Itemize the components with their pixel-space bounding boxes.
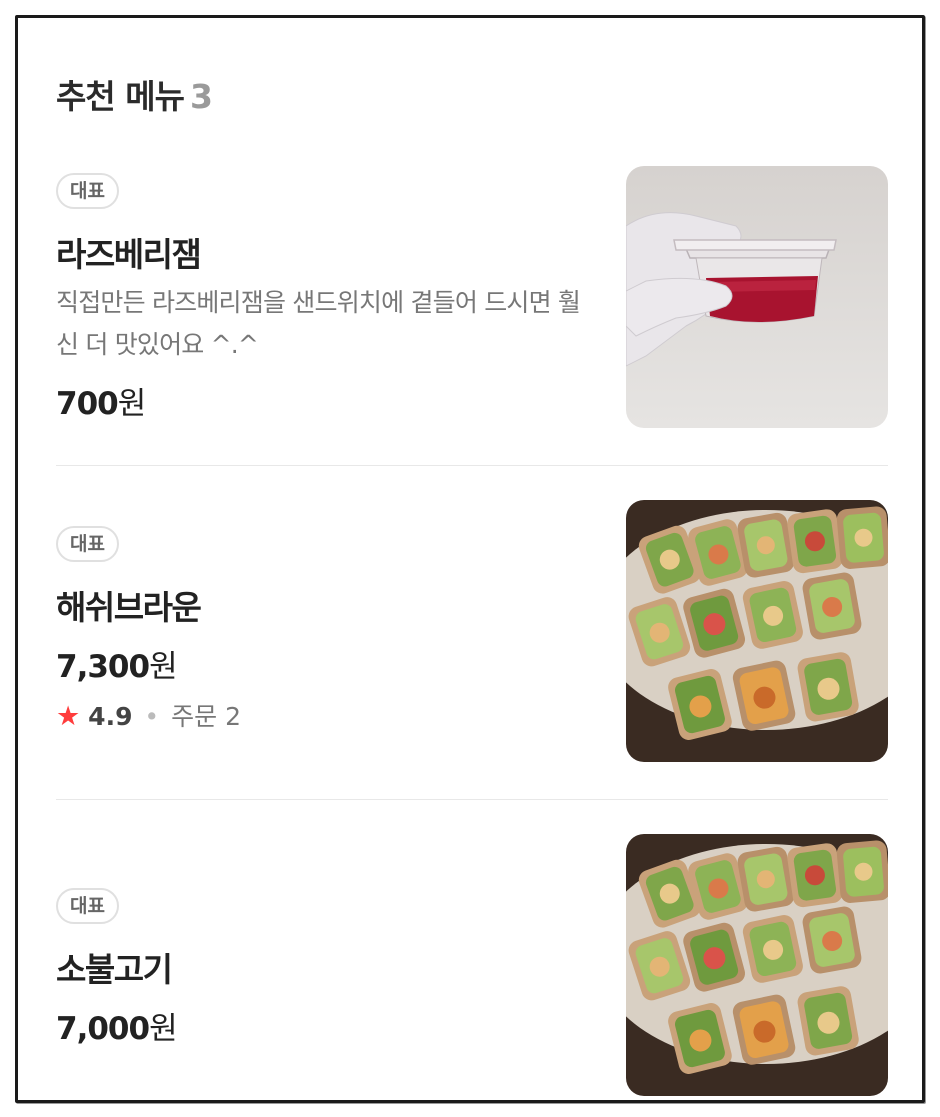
raspberry-jam-photo-icon — [626, 166, 888, 428]
price-amount: 700 — [56, 386, 119, 422]
signature-badge: 대표 — [56, 526, 119, 562]
price-unit: 원 — [149, 649, 178, 685]
menu-item-description: 직접만든 라즈베리잼을 샌드위치에 곁들어 드시면 훨신 더 맛있어요 ^.^ — [56, 288, 581, 359]
separator-dot: • — [144, 702, 160, 731]
item-divider — [56, 465, 888, 466]
signature-badge: 대표 — [56, 173, 119, 209]
sandwich-platter-photo-icon — [626, 834, 888, 1096]
order-count: 주문 2 — [171, 702, 241, 731]
menu-item-name: 라즈베리잼 — [56, 235, 202, 274]
menu-item-image[interactable] — [626, 166, 888, 428]
menu-item-image[interactable] — [626, 834, 888, 1096]
menu-item-name: 소불고기 — [56, 950, 173, 989]
menu-item-price: 7,300원 — [56, 641, 178, 686]
signature-badge: 대표 — [56, 888, 119, 924]
price-unit: 원 — [149, 1011, 178, 1047]
section-title: 추천 메뉴 3 — [56, 70, 213, 118]
section-title-text: 추천 메뉴 — [56, 77, 185, 116]
menu-item-raspberry-jam[interactable]: 대표 라즈베리잼 직접만든 라즈베리잼을 샌드위치에 곁들어 드시면 훨신 더 … — [56, 166, 888, 430]
price-unit: 원 — [117, 386, 147, 422]
menu-count: 3 — [189, 77, 213, 116]
item-divider — [56, 799, 888, 800]
menu-item-name: 해쉬브라운 — [56, 588, 202, 627]
star-icon: ★ — [56, 701, 81, 732]
menu-item-image[interactable] — [626, 500, 888, 762]
menu-item-rating: ★ 4.9 • 주문 2 — [56, 697, 241, 733]
menu-item-bulgogi[interactable]: 대표 소불고기 7,000원 — [56, 834, 888, 1098]
rating-score: 4.9 — [88, 702, 133, 731]
menu-item-hash-brown[interactable]: 대표 해쉬브라운 7,300원 ★ 4.9 • 주문 2 — [56, 500, 888, 764]
menu-item-price: 700원 — [56, 378, 147, 423]
recommended-menu-card: 추천 메뉴 3 대표 라즈베리잼 직접만든 라즈베리잼을 샌드위치에 곁들어 드시… — [15, 15, 925, 1103]
sandwich-platter-photo-icon — [626, 500, 888, 762]
price-amount: 7,300 — [56, 649, 150, 685]
menu-item-price: 7,000원 — [56, 1003, 178, 1048]
price-amount: 7,000 — [56, 1011, 150, 1047]
